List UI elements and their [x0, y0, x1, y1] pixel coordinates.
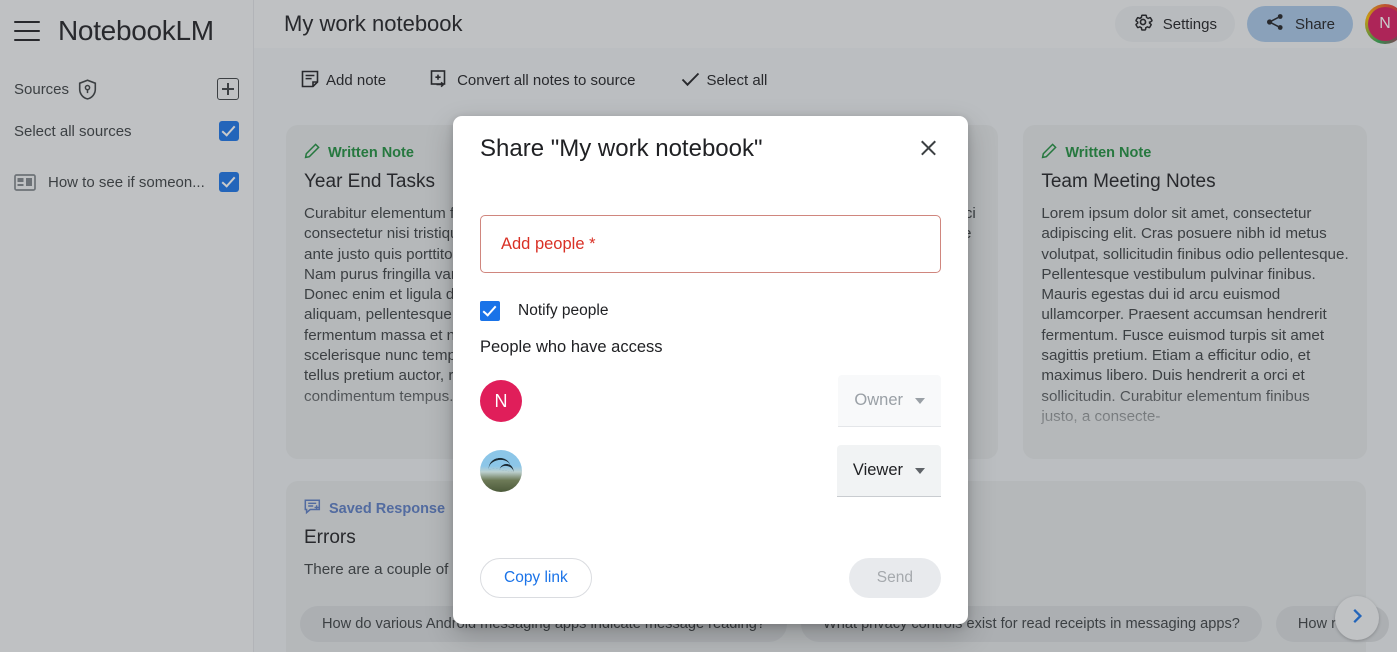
- settings-button[interactable]: Settings: [1114, 6, 1235, 42]
- add-source-button[interactable]: [217, 78, 239, 100]
- sources-header: Sources: [0, 72, 253, 106]
- person-avatar: N: [480, 380, 522, 422]
- pencil-icon: [304, 143, 320, 163]
- add-people-placeholder: Add people *: [501, 234, 596, 253]
- chevron-right-icon: [1347, 606, 1367, 631]
- note-kind-label: Written Note: [1065, 145, 1152, 161]
- top-bar-actions: Settings Share N: [1114, 4, 1397, 44]
- add-note-label: Add note: [326, 72, 387, 89]
- convert-notes-button[interactable]: Convert all notes to source: [430, 69, 636, 93]
- role-select-value: Owner: [854, 391, 903, 409]
- role-select-viewer[interactable]: Viewer: [836, 445, 941, 497]
- copy-link-button[interactable]: Copy link: [480, 558, 592, 598]
- role-select-owner: Owner: [838, 375, 941, 427]
- notify-people-label: Notify people: [518, 302, 609, 319]
- share-dialog-title: Share "My work notebook": [480, 135, 763, 162]
- sidebar-source-checkbox[interactable]: [219, 172, 239, 192]
- sidebar-source-item[interactable]: How to see if someon...: [0, 165, 253, 199]
- notes-toolbar: Add note Convert all notes to source Sel…: [254, 48, 1397, 113]
- note-kind-label: Written Note: [328, 145, 414, 161]
- share-icon: [1265, 12, 1285, 36]
- settings-label: Settings: [1162, 15, 1217, 33]
- select-all-sources-checkbox[interactable]: [219, 121, 239, 141]
- note-title: Team Meeting Notes: [1041, 171, 1216, 192]
- sidebar-header: NotebookLM: [0, 0, 253, 48]
- pencil-icon: [1041, 143, 1058, 163]
- avatar-initial: N: [1368, 7, 1397, 41]
- select-all-button[interactable]: Select all: [680, 69, 768, 93]
- shield-icon: [78, 78, 97, 100]
- select-all-label: Select all: [706, 72, 768, 89]
- role-select-value: Viewer: [852, 461, 903, 479]
- note-card[interactable]: Written Note Team Meeting Notes Lorem ip…: [1023, 125, 1368, 459]
- check-icon: [680, 69, 701, 93]
- person-row: N Owner: [480, 375, 941, 427]
- app-root: NotebookLM Sources Select all sources Ho…: [0, 0, 1397, 652]
- brand-title: NotebookLM: [58, 15, 214, 46]
- share-dialog-footer: Copy link Send: [480, 558, 941, 598]
- sidebar-source-label: How to see if someon...: [48, 173, 205, 191]
- convert-to-source-icon: [430, 69, 451, 93]
- sidebar: NotebookLM Sources Select all sources Ho…: [0, 0, 254, 652]
- saved-response-icon: [304, 499, 321, 519]
- source-document-icon: [14, 173, 36, 191]
- note-add-icon: [300, 69, 320, 93]
- gear-icon: [1133, 12, 1153, 36]
- avatar-photo-detail: [499, 462, 515, 473]
- next-suggestions-button[interactable]: [1335, 596, 1379, 640]
- saved-response-kind-label: Saved Response: [329, 501, 446, 517]
- select-all-sources-row[interactable]: Select all sources: [0, 114, 253, 148]
- select-all-sources-label: Select all sources: [14, 122, 132, 140]
- avatar[interactable]: N: [1365, 4, 1397, 44]
- share-dialog: Share "My work notebook" Add people * No…: [453, 116, 968, 624]
- add-note-button[interactable]: Add note: [300, 69, 386, 93]
- person-avatar: [480, 450, 522, 492]
- note-fade-overlay: [1023, 385, 1368, 459]
- share-dialog-header: Share "My work notebook": [480, 116, 941, 163]
- notebook-title: My work notebook: [284, 11, 463, 36]
- share-label: Share: [1294, 15, 1335, 33]
- chevron-down-icon: [915, 467, 925, 474]
- note-kind: Written Note: [1041, 143, 1349, 163]
- chevron-down-icon: [915, 397, 925, 404]
- share-button[interactable]: Share: [1246, 6, 1353, 42]
- notify-people-checkbox[interactable]: [480, 301, 500, 321]
- top-bar: My work notebook Settings Share N: [254, 0, 1397, 48]
- convert-notes-label: Convert all notes to source: [457, 72, 636, 89]
- sources-label: Sources: [14, 80, 70, 98]
- close-icon[interactable]: [915, 135, 941, 161]
- menu-icon[interactable]: [14, 21, 40, 41]
- send-button[interactable]: Send: [848, 558, 941, 598]
- person-row: Viewer: [480, 445, 941, 497]
- people-with-access-header: People who have access: [480, 338, 663, 356]
- notify-people-row[interactable]: Notify people: [480, 301, 941, 321]
- add-people-input[interactable]: Add people *: [480, 215, 941, 273]
